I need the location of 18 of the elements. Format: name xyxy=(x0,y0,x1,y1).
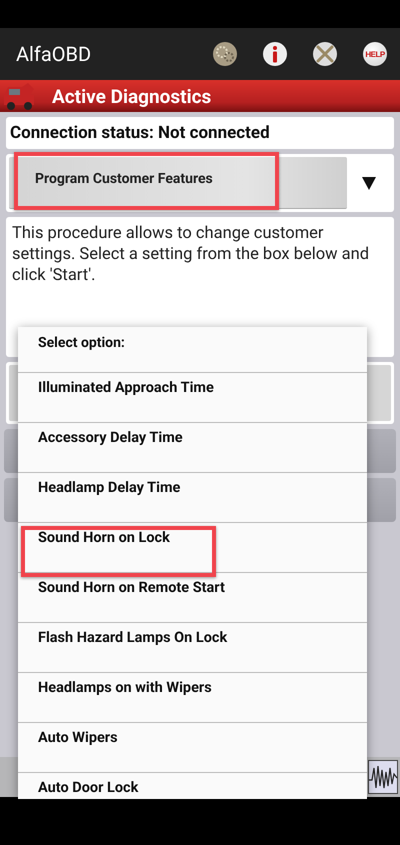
help-button[interactable]: HELP xyxy=(350,28,400,80)
dropdown-arrow-icon xyxy=(362,176,376,190)
app-title: AlfaOBD xyxy=(16,42,92,66)
option-item[interactable]: Auto Wipers xyxy=(18,723,367,773)
option-item[interactable]: Illuminated Approach Time xyxy=(18,373,367,423)
option-item[interactable]: Headlamps on with Wipers xyxy=(18,673,367,723)
car-icon xyxy=(2,81,36,111)
option-item[interactable]: Auto Door Lock xyxy=(18,773,367,799)
dialog-title: Select option: xyxy=(18,327,367,373)
screen-title: Active Diagnostics xyxy=(52,84,212,108)
connection-status: Connection status: Not connected xyxy=(6,117,394,149)
option-item[interactable]: Accessory Delay Time xyxy=(18,423,367,473)
option-item[interactable]: Sound Horn on Lock xyxy=(18,523,367,573)
option-item[interactable]: Sound Horn on Remote Start xyxy=(18,573,367,623)
option-item[interactable]: Headlamp Delay Time xyxy=(18,473,367,523)
procedure-dropdown[interactable]: Program Customer Features xyxy=(6,154,394,212)
option-item[interactable]: Flash Hazard Lamps On Lock xyxy=(18,623,367,673)
waveform-icon[interactable] xyxy=(368,760,398,794)
